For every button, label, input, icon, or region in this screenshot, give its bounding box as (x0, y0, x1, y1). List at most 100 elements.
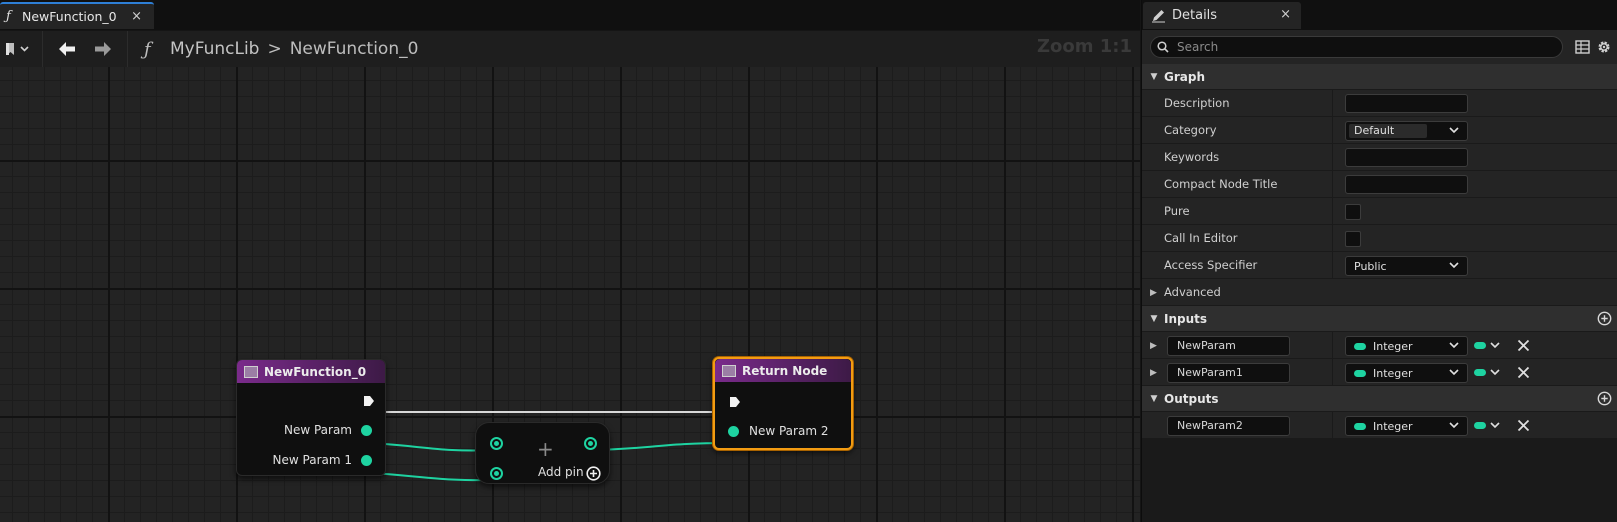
property-label: Pure (1164, 204, 1190, 218)
graph-toolbar: ƒ MyFuncLib > NewFunction_0 Zoom 1:1 (0, 31, 1140, 67)
property-label: Access Specifier (1164, 258, 1258, 272)
search-input[interactable] (1150, 36, 1563, 58)
param-name-field[interactable]: NewParam (1167, 336, 1290, 356)
param-type-dropdown[interactable]: Integer (1345, 363, 1468, 383)
column-divider (1332, 117, 1333, 144)
tab-newfunction[interactable]: ƒ NewFunction_0 × (0, 2, 154, 29)
chevron-down-icon (1449, 342, 1459, 349)
details-panel: Details × ▼ Graph Description Category (1141, 0, 1617, 522)
back-arrow-icon (59, 42, 75, 56)
param-name: NewParam1 (1177, 366, 1243, 379)
add-node[interactable]: + Add pin (475, 422, 610, 484)
details-tab-bar: Details × (1142, 0, 1617, 30)
access-specifier-value: Public (1354, 260, 1387, 273)
integer-output-pin[interactable] (361, 425, 372, 436)
add-pin-icon[interactable] (586, 466, 601, 481)
breadcrumb-separator: > (267, 39, 282, 59)
add-output-icon[interactable] (1597, 391, 1612, 406)
column-divider (1332, 171, 1333, 198)
expand-arrow-icon: ▶ (1150, 288, 1157, 298)
integer-input-pin[interactable] (728, 426, 739, 437)
access-specifier-dropdown[interactable]: Public (1345, 256, 1468, 276)
add-pin-label[interactable]: Add pin (538, 465, 584, 479)
function-icon: ƒ (6, 9, 11, 24)
container-type-pill[interactable] (1474, 369, 1486, 376)
column-divider (1332, 198, 1333, 225)
integer-output-pin[interactable] (584, 437, 597, 450)
section-label: Outputs (1164, 391, 1219, 406)
breadcrumb-library[interactable]: MyFuncLib (170, 39, 259, 59)
remove-param-icon[interactable] (1517, 419, 1530, 432)
expand-arrow-icon[interactable]: ▶ (1150, 341, 1157, 351)
input-param-row: ▶ NewParam Integer (1142, 332, 1617, 359)
type-color-pill (1354, 343, 1366, 350)
tab-label: Details (1172, 8, 1218, 23)
bookmark-icon (6, 43, 29, 55)
column-divider (1332, 90, 1333, 117)
param-name-field[interactable]: NewParam1 (1167, 363, 1290, 383)
remove-param-icon[interactable] (1517, 366, 1530, 379)
param-name-field[interactable]: NewParam2 (1167, 416, 1290, 436)
back-button[interactable] (49, 31, 85, 67)
graph-canvas[interactable]: NewFunction_0 New Param New Param 1 + Ad… (0, 67, 1140, 522)
node-header: Return Node (715, 359, 851, 382)
param-type: Integer (1373, 340, 1413, 353)
exec-input-pin[interactable] (729, 396, 741, 408)
compact-node-title-field[interactable] (1345, 175, 1468, 194)
section-label: Inputs (1164, 311, 1208, 326)
return-node[interactable]: Return Node New Param 2 (713, 357, 853, 450)
container-type-pill[interactable] (1474, 422, 1486, 429)
property-label: Description (1164, 96, 1230, 110)
chevron-down-icon[interactable] (1490, 369, 1500, 376)
integer-input-pin[interactable] (490, 467, 503, 480)
inputs-section-header[interactable]: ▼ Inputs (1142, 306, 1617, 332)
collapse-caret-icon: ▼ (1150, 313, 1158, 324)
property-label: Category (1164, 123, 1217, 137)
outputs-section-header[interactable]: ▼ Outputs (1142, 386, 1617, 412)
exec-output-pin[interactable] (363, 395, 375, 407)
category-combobox[interactable]: Default (1345, 121, 1468, 141)
category-row: Category Default (1142, 117, 1617, 144)
chevron-down-icon[interactable] (1490, 422, 1500, 429)
call-in-editor-checkbox[interactable] (1345, 231, 1361, 247)
pin-label: New Param (283, 423, 352, 437)
breadcrumb-function: NewFunction_0 (289, 39, 419, 59)
call-in-editor-row: Call In Editor (1142, 225, 1617, 252)
integer-input-pin[interactable] (490, 437, 503, 450)
tab-details[interactable]: Details × (1143, 2, 1301, 29)
editor-tab-bar: ƒ NewFunction_0 × (0, 0, 1140, 30)
gear-icon[interactable] (1596, 39, 1612, 55)
integer-output-pin[interactable] (361, 455, 372, 466)
expand-arrow-icon[interactable]: ▶ (1150, 368, 1157, 378)
column-divider (1332, 359, 1333, 386)
advanced-row[interactable]: ▶ Advanced (1142, 279, 1617, 306)
remove-param-icon[interactable] (1517, 339, 1530, 352)
chevron-down-icon (1449, 127, 1459, 134)
input-param-row: ▶ NewParam1 Integer (1142, 359, 1617, 386)
description-field[interactable] (1345, 94, 1468, 113)
chevron-down-icon (1449, 262, 1459, 269)
param-type-dropdown[interactable]: Integer (1345, 416, 1468, 436)
graph-section-header[interactable]: ▼ Graph (1142, 64, 1617, 90)
function-entry-node[interactable]: NewFunction_0 New Param New Param 1 (236, 359, 386, 476)
table-view-icon[interactable] (1575, 40, 1590, 54)
bookmark-dropdown-button[interactable] (0, 31, 36, 67)
keywords-field[interactable] (1345, 148, 1468, 167)
search-icon (1157, 41, 1169, 53)
close-tab-icon[interactable]: × (1280, 7, 1291, 22)
param-name: NewParam2 (1177, 419, 1243, 432)
pure-checkbox[interactable] (1345, 204, 1361, 220)
add-input-icon[interactable] (1597, 311, 1612, 326)
close-tab-icon[interactable]: × (131, 9, 142, 24)
column-divider (1332, 252, 1333, 279)
chevron-down-icon[interactable] (1490, 342, 1500, 349)
param-type-dropdown[interactable]: Integer (1345, 336, 1468, 356)
param-type: Integer (1373, 420, 1413, 433)
column-divider (1332, 225, 1333, 252)
toolbar-divider (42, 31, 43, 67)
function-node-icon (244, 365, 258, 378)
container-type-pill[interactable] (1474, 342, 1486, 349)
node-header: NewFunction_0 (237, 360, 385, 383)
forward-button[interactable] (85, 31, 121, 67)
node-title: Return Node (742, 363, 828, 378)
